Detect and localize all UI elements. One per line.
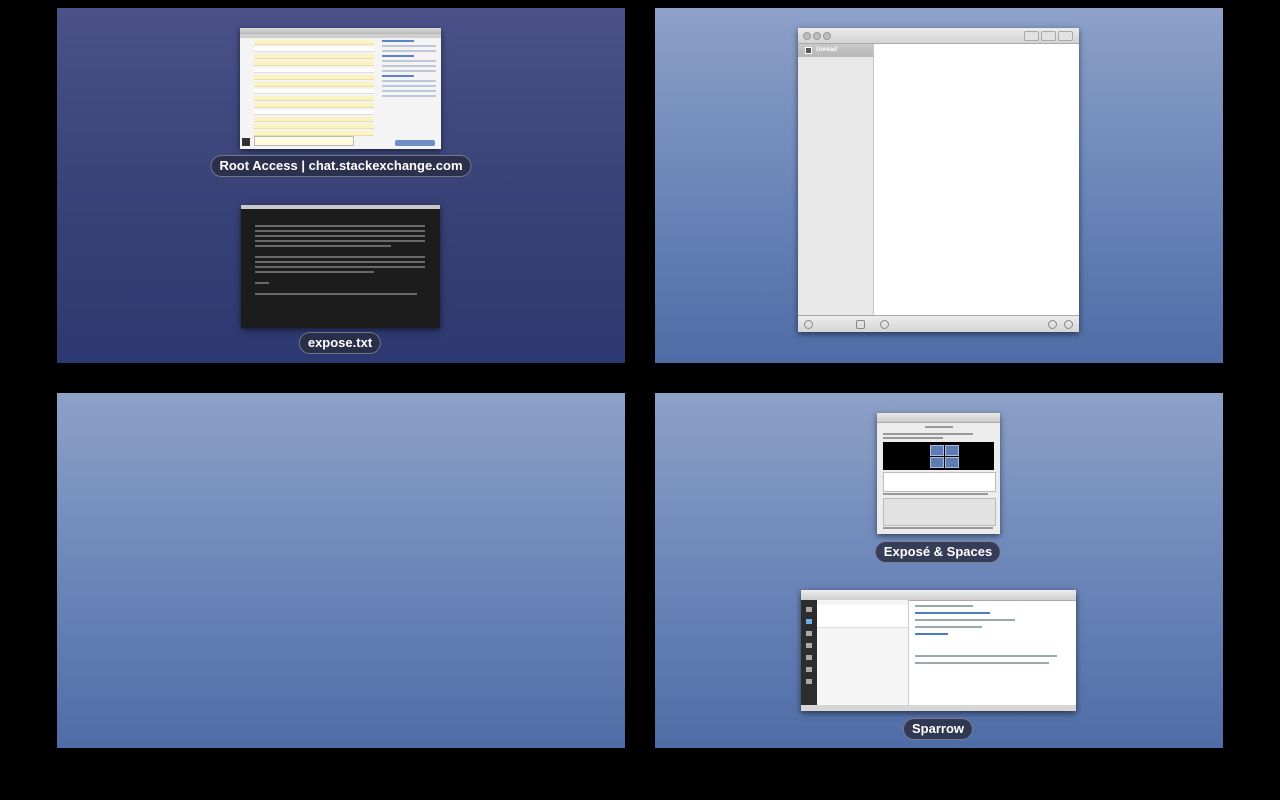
chat-window-thumbnail[interactable] <box>240 28 441 149</box>
zoom-icon <box>823 32 831 40</box>
expose-spaces-prefs-thumbnail[interactable] <box>877 413 1000 534</box>
list-item <box>817 605 908 628</box>
minimize-icon <box>813 32 821 40</box>
search-icon <box>806 679 812 684</box>
unread-icon <box>805 47 812 54</box>
window-titlebar <box>241 205 440 209</box>
avatar <box>242 138 250 146</box>
space-2[interactable]: Unread <box>655 8 1223 363</box>
search-icon <box>1048 320 1057 329</box>
space-tile <box>930 445 944 456</box>
text-editor-window-thumbnail[interactable] <box>241 205 440 328</box>
window-label-sparrow[interactable]: Sparrow <box>902 718 974 740</box>
window-label-expose-spaces[interactable]: Exposé & Spaces <box>874 541 1002 563</box>
gear-icon <box>856 320 865 329</box>
window-titlebar <box>798 28 1079 44</box>
space-3[interactable] <box>57 393 625 748</box>
document-text <box>255 225 425 298</box>
reader-window-thumbnail[interactable]: Unread <box>798 28 1079 332</box>
download-icon <box>806 631 812 636</box>
space-tile <box>930 457 944 468</box>
spaces-list <box>883 472 996 492</box>
reader-bottom-bar <box>798 315 1079 332</box>
window-titlebar <box>877 413 1000 423</box>
space-1[interactable]: Root Access | chat.stackexchange.com exp… <box>57 8 625 363</box>
sidebar-item-unread: Unread <box>798 44 873 57</box>
chat-messages <box>254 40 374 138</box>
message-list <box>817 600 909 705</box>
space-tile <box>945 457 959 468</box>
chat-input <box>254 136 354 146</box>
chat-sidebar <box>382 40 436 130</box>
trash-icon <box>806 667 812 672</box>
share-icon <box>1041 31 1056 41</box>
window-label-chat[interactable]: Root Access | chat.stackexchange.com <box>210 155 472 177</box>
check-icon <box>880 320 889 329</box>
drafts-icon <box>806 655 812 660</box>
status-bar <box>801 705 1076 711</box>
refresh-icon <box>804 320 813 329</box>
space-4[interactable]: Exposé & Spaces Sparrow <box>655 393 1223 748</box>
close-icon <box>803 32 811 40</box>
send-icon <box>806 643 812 648</box>
sparrow-window-thumbnail[interactable] <box>801 590 1076 711</box>
send-button <box>395 140 435 146</box>
reader-sidebar: Unread <box>798 44 874 316</box>
space-tile <box>945 445 959 456</box>
message-view <box>909 600 1076 705</box>
window-label-expose-txt[interactable]: expose.txt <box>298 332 382 354</box>
settings-icon <box>1064 320 1073 329</box>
spaces-preview <box>883 442 994 470</box>
sidebar-item-label: Unread <box>816 47 837 53</box>
sparrow-rail <box>801 600 817 705</box>
star-icon <box>1024 31 1039 41</box>
keyboard-shortcuts-panel <box>883 498 996 526</box>
tab-bar <box>240 34 441 38</box>
filter-icon <box>1058 31 1073 41</box>
account-icon <box>806 607 812 612</box>
inbox-icon <box>806 619 812 624</box>
